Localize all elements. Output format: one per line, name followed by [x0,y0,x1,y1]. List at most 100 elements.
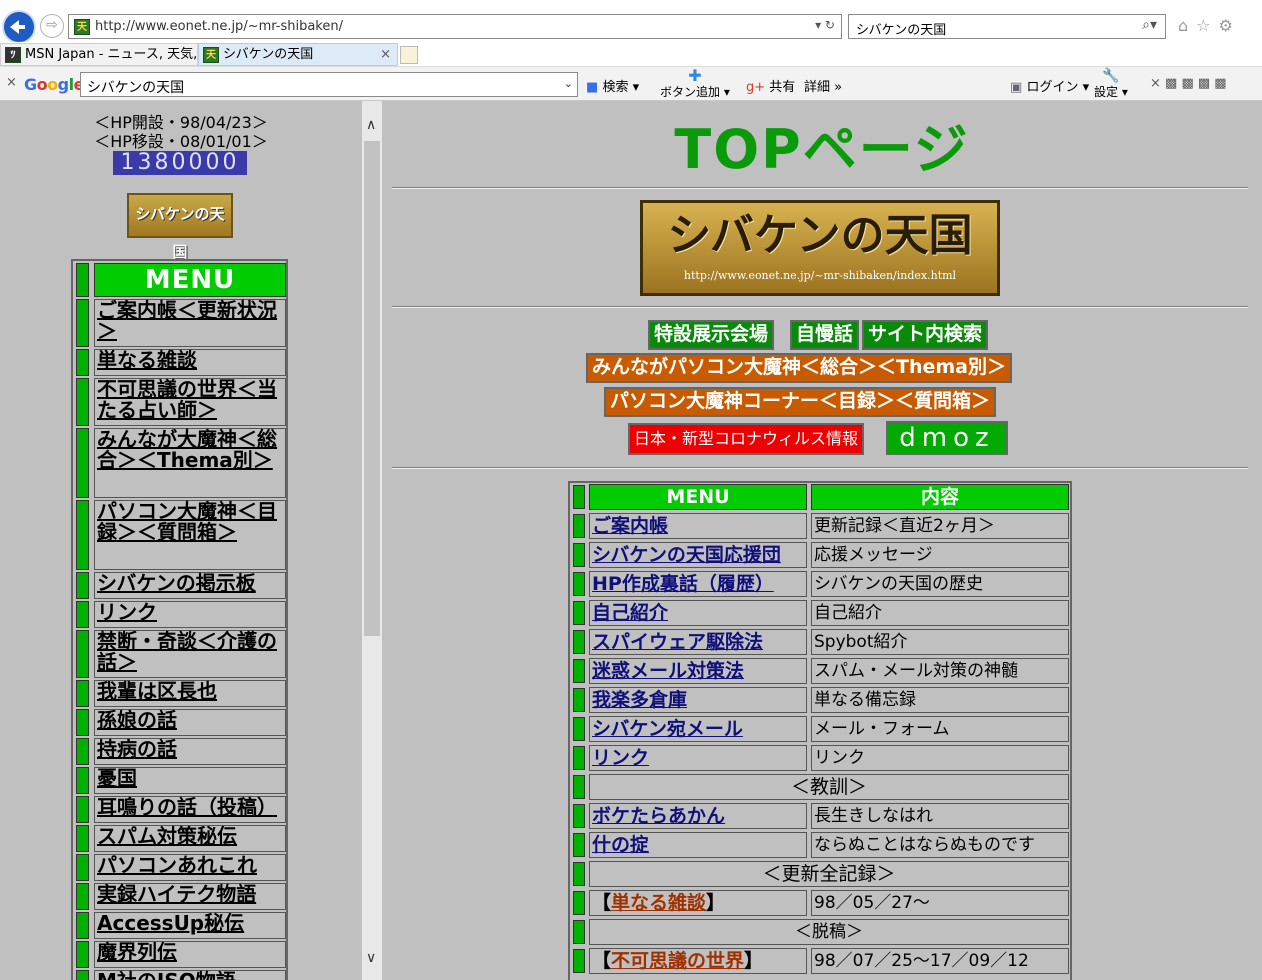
table-row: HP作成裏話（履歴） シバケンの天国の歴史 [570,570,1070,599]
sidebar-item[interactable]: パソコン大魔神＜目録＞＜質問箱＞ [73,500,286,570]
sidebar-link[interactable]: みんなが大魔神＜総合＞＜Thema別＞ [97,427,277,472]
sidebar-item[interactable]: 耳鳴りの話（投稿） [73,796,286,823]
sidebar-item[interactable]: 実録ハイテク物語 [73,883,286,910]
table-row: 【不可思議の世界】 98／07／25～17／09／12 [570,947,1070,976]
sidebar-link[interactable]: スパム対策秘伝 [97,824,237,848]
sidebar-link[interactable]: 我輩は区長也 [97,679,217,703]
row-link[interactable]: 自己紹介 [592,602,668,624]
row-content: 単なる備忘録 [811,687,1069,713]
sidebar-item[interactable]: 単なる雑談 [73,349,286,376]
row-link[interactable]: ボケたらあかん [592,805,725,827]
row-link[interactable]: リンク [592,747,649,769]
table-row: 什の掟 ならぬことはならぬものです [570,831,1070,860]
tab-shibaken[interactable]: 天 シバケンの天国 × [198,43,398,66]
scroll-down-icon[interactable]: ∨ [366,950,376,966]
sidebar-item[interactable]: みんなが大魔神＜総合＞＜Thema別＞ [73,428,286,498]
sidebar-link[interactable]: 禁断・奇談＜介護の話＞ [97,629,277,674]
row-link[interactable]: 什の掟 [592,834,649,856]
sidebar-item[interactable]: 憂国 [73,767,286,794]
close-tab-icon[interactable]: × [380,44,391,65]
sidebar-item[interactable]: 不可思議の世界＜当たる占い師＞ [73,378,286,426]
sidebar-item[interactable]: スパム対策秘伝 [73,825,286,852]
site-search-button[interactable]: サイト内検索 [862,320,989,350]
settings-button[interactable]: 🔧 設定 ▾ [1094,69,1128,100]
boast-button[interactable]: 自慢話 [790,320,860,350]
address-bar[interactable]: 天 http://www.eonet.ne.jp/~mr-shibaken/ ▾… [68,14,842,39]
sidebar-item[interactable]: 魔界列伝 [73,941,286,968]
close-toolbar-icon[interactable]: × [6,75,17,90]
forward-button[interactable]: ⇨ [40,14,64,38]
sidebar-item[interactable]: 孫娘の話 [73,709,286,736]
table-row: ご案内帳 更新記録＜直近2ヶ月＞ [570,512,1070,541]
google-search-input[interactable]: シバケンの天国 ⌄ [80,72,578,97]
site-banner-small[interactable]: シバケンの天国 [127,193,233,261]
scroll-up-icon[interactable]: ∧ [366,117,376,133]
special-exhibit-button[interactable]: 特設展示会場 [648,320,775,350]
left-frame: ＜HP開設・98/04/23＞ ＜HP移設・08/01/01＞ 1380000 … [0,101,362,980]
dmoz-button[interactable]: dmoz [886,421,1008,455]
divider [392,467,1248,469]
home-star-gear-icons[interactable]: ⌂☆⚙ [1178,16,1241,35]
tab-msn[interactable]: ﾂ MSN Japan - ニュース, 天気,... [0,43,198,66]
row-link[interactable]: 迷惑メール対策法 [592,660,744,682]
sidebar-item[interactable]: ご案内帳＜更新状況＞ [73,299,286,347]
google-search-text[interactable]: シバケンの天国 [87,77,184,97]
sidebar-item[interactable]: AccessUp秘伝 [73,912,286,939]
sidebar-item[interactable]: 禁断・奇談＜介護の話＞ [73,630,286,678]
sidebar-link[interactable]: 孫娘の話 [97,708,177,732]
share-button[interactable]: g+ 共有 [746,76,795,95]
sidebar-link[interactable]: シバケンの掲示板 [97,571,256,595]
left-frame-scrollbar[interactable]: ∧ ∨ [362,101,382,980]
scroll-thumb[interactable] [364,141,380,636]
sidebar-item[interactable]: パソコンあれこれ [73,854,286,881]
search-icon[interactable]: ⌕▾ [1142,17,1157,33]
sidebar-item[interactable]: M社のISO物語 [73,970,286,980]
row-content: スパム・メール対策の神髄 [811,658,1069,684]
sidebar-link[interactable]: パソコンあれこれ [97,853,257,877]
sidebar-link[interactable]: 不可思議の世界＜当たる占い師＞ [97,377,277,422]
sidebar-link[interactable]: リンク [97,600,157,624]
new-tab-button[interactable] [400,46,418,64]
browser-search-box[interactable]: シバケンの天国 ⌕▾ [848,14,1166,39]
pc-daimajin-corner-button[interactable]: パソコン大魔神コーナー＜目録＞＜質問箱＞ [604,387,997,417]
sidebar-link[interactable]: M社のISO物語 [97,969,236,980]
sidebar-item[interactable]: 持病の話 [73,738,286,765]
wrench-icon: 🔧 [1102,68,1120,84]
add-button[interactable]: ✚ ボタン追加 ▾ [660,66,730,100]
sidebar-link[interactable]: パソコン大魔神＜目録＞＜質問箱＞ [97,499,277,544]
row-link[interactable]: 不可思議の世界 [611,950,744,972]
sidebar-link[interactable]: 憂国 [97,766,137,790]
plus-icon: ✚ [688,66,702,85]
back-button[interactable] [2,10,36,44]
login-button[interactable]: ▣ ログイン ▾ [1010,76,1089,95]
row-link[interactable]: スパイウェア駆除法 [592,631,763,653]
site-banner-large[interactable]: シバケンの天国 http://www.eonet.ne.jp/~mr-shiba… [640,200,1000,296]
sidebar-link[interactable]: 実録ハイテク物語 [97,882,256,906]
sidebar-link[interactable]: 耳鳴りの話（投稿） [97,795,277,819]
sidebar-item[interactable]: シバケンの掲示板 [73,572,286,599]
row-link[interactable]: 単なる雑談 [611,892,706,914]
corona-info-button[interactable]: 日本・新型コロナウィルス情報 [628,423,865,455]
row-link[interactable]: シバケンの天国応援団 [592,544,781,566]
sidebar-link[interactable]: 魔界列伝 [97,940,177,964]
row-content: メール・フォーム [811,716,1069,742]
address-text[interactable]: http://www.eonet.ne.jp/~mr-shibaken/ [95,19,343,34]
row-link[interactable]: HP作成裏話（履歴） [592,573,774,595]
more-button[interactable]: 詳細 » [804,76,842,95]
browser-search-text[interactable]: シバケンの天国 [856,19,946,38]
sidebar-link[interactable]: ご案内帳＜更新状況＞ [97,298,277,343]
refresh-icon[interactable]: ▾ ↻ [815,18,835,32]
google-search-button[interactable]: ■ 検索 ▾ [586,76,639,95]
sidebar-item[interactable]: 我輩は区長也 [73,680,286,707]
sidebar-link[interactable]: 持病の話 [97,737,177,761]
sidebar-item[interactable]: リンク [73,601,286,628]
chevron-down-icon[interactable]: ⌄ [564,77,573,90]
row-link[interactable]: ご案内帳 [592,515,668,537]
sidebar-link[interactable]: 単なる雑談 [97,348,197,372]
sidebar-link[interactable]: AccessUp秘伝 [97,911,244,935]
user-icon: ▣ [1010,80,1023,95]
row-link[interactable]: シバケン宛メール [592,718,743,740]
extension-icons[interactable]: × ▩ ▩ ▩ ▩ [1150,76,1227,91]
row-link[interactable]: 我楽多倉庫 [592,689,687,711]
everyone-daimajin-button[interactable]: みんながパソコン大魔神＜総合＞＜Thema別＞ [586,353,1012,383]
